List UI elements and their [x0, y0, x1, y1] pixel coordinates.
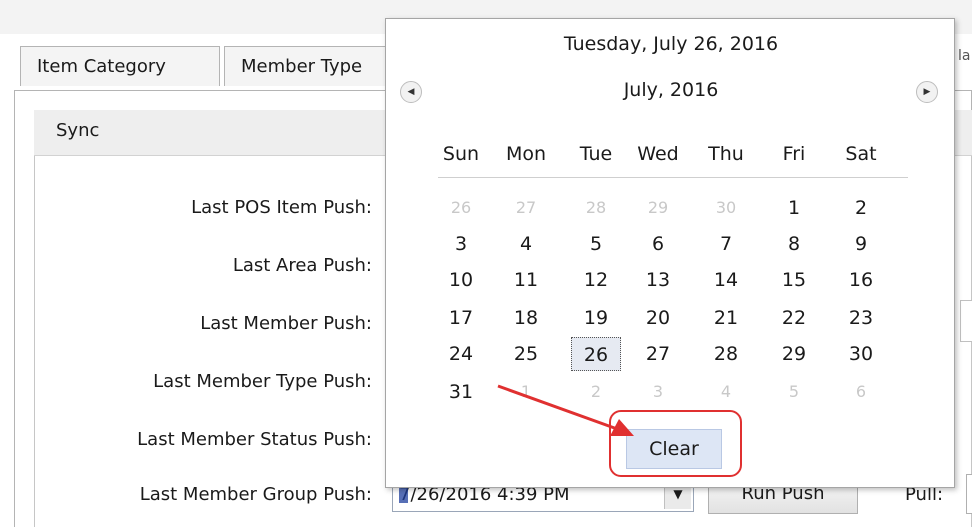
- annotation-arrow-icon: [497, 384, 634, 436]
